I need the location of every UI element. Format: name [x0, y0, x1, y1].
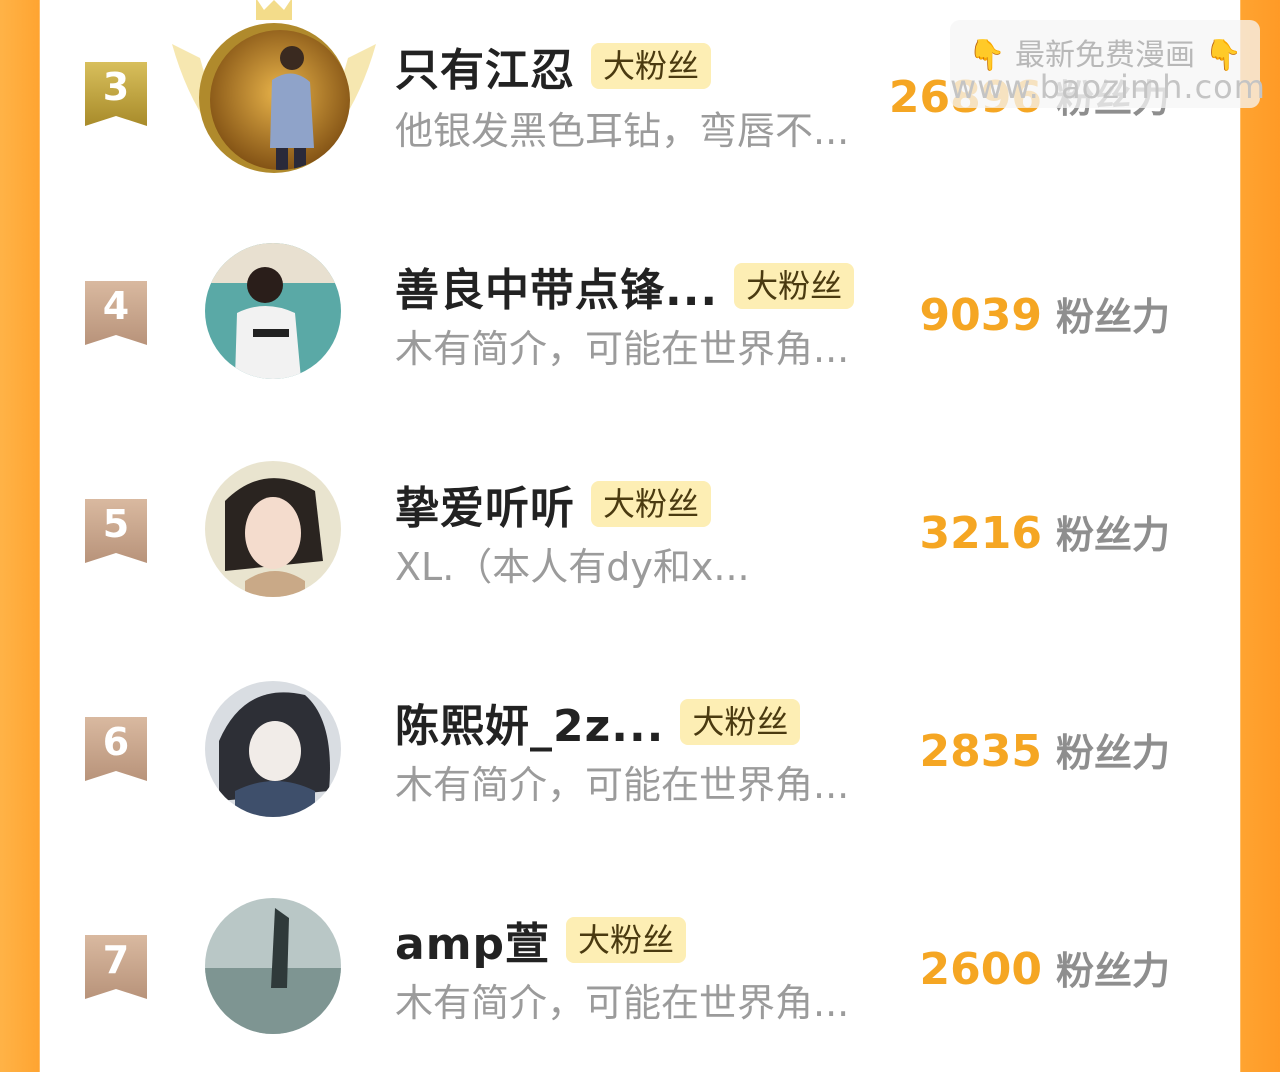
avatar[interactable] — [205, 243, 341, 379]
user-bio: 木有简介，可能在世界角... — [395, 763, 850, 807]
rank-number: 6 — [102, 720, 130, 764]
fan-ranking-list: 3 只有江忍 大粉丝 他银发黑色耳钻，弯唇不... 4 善良中带点锋... 大粉… — [40, 0, 1240, 1034]
fan-power-value: 9039 — [919, 290, 1042, 341]
rank-badge: 3 — [85, 62, 147, 126]
rank-number: 3 — [102, 65, 130, 109]
list-item[interactable]: 7 amp萱 大粉丝 木有简介，可能在世界角... 2600 粉丝力 — [40, 872, 1240, 1072]
rank-number: 5 — [102, 502, 130, 546]
fan-level-badge: 大粉丝 — [591, 43, 712, 89]
avatar[interactable] — [205, 461, 341, 597]
rank-badge: 4 — [85, 281, 147, 345]
fan-power-value: 2600 — [919, 944, 1042, 995]
avatar[interactable] — [205, 898, 341, 1034]
list-item[interactable]: 4 善良中带点锋... 大粉丝 木有简介，可能在世界角... 9039 粉丝力 — [40, 218, 1240, 418]
user-bio: 木有简介，可能在世界角... — [395, 981, 850, 1025]
user-name[interactable]: 只有江忍 — [395, 34, 575, 98]
user-bio: 木有简介，可能在世界角... — [395, 327, 850, 371]
rank-badge: 6 — [85, 717, 147, 781]
fan-power-label: 粉丝力 — [1055, 295, 1170, 339]
user-name[interactable]: 善良中带点锋... — [395, 254, 718, 318]
fan-power-label: 粉丝力 — [1055, 731, 1170, 775]
watermark-url: www.baozimh.com — [950, 68, 1266, 106]
user-name[interactable]: amp萱 — [395, 908, 550, 972]
rank-number: 7 — [102, 938, 130, 982]
user-bio: XL.（本人有dy和x... — [395, 545, 750, 589]
user-name[interactable]: 陈熙妍_2z... — [395, 690, 664, 754]
watermark: 👇 最新免费漫画 👇 www.baozimh.com — [950, 20, 1266, 108]
fan-power-label: 粉丝力 — [1055, 949, 1170, 993]
rank-badge: 5 — [85, 499, 147, 563]
fan-level-badge: 大粉丝 — [680, 699, 801, 745]
rank-badge: 7 — [85, 935, 147, 999]
fan-level-badge: 大粉丝 — [734, 263, 855, 309]
list-item[interactable]: 6 陈熙妍_2z... 大粉丝 木有简介，可能在世界角... 2835 粉丝力 — [40, 654, 1240, 854]
avatar[interactable] — [205, 681, 341, 817]
fan-level-badge: 大粉丝 — [591, 481, 712, 527]
list-item[interactable]: 5 挚爱听听 大粉丝 XL.（本人有dy和x... 3216 粉丝力 — [40, 436, 1240, 636]
fan-power-label: 粉丝力 — [1055, 513, 1170, 557]
rank-number: 4 — [102, 284, 130, 328]
user-bio: 他银发黑色耳钻，弯唇不... — [395, 109, 850, 153]
avatar[interactable] — [210, 30, 350, 170]
user-name[interactable]: 挚爱听听 — [395, 472, 575, 536]
fan-power-value: 2835 — [919, 726, 1042, 777]
fan-level-badge: 大粉丝 — [566, 917, 687, 963]
fan-power-value: 3216 — [919, 508, 1042, 559]
